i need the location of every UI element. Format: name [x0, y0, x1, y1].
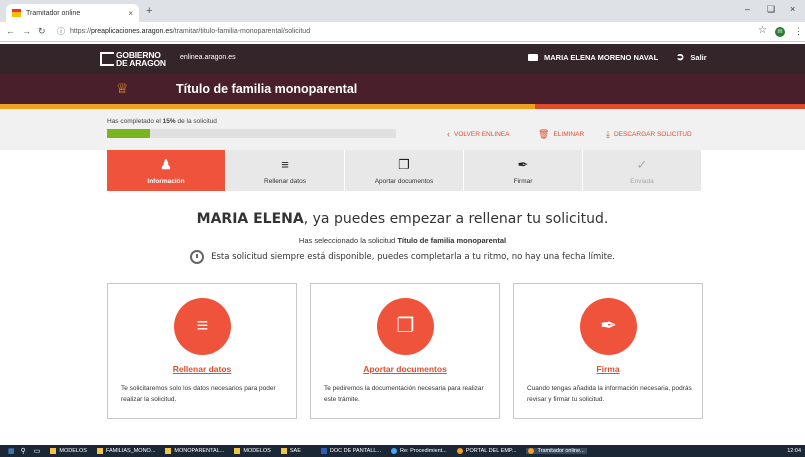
taskbar-item[interactable]: FAMILIAS_MONO...	[96, 448, 155, 454]
family-icon: ♕	[116, 80, 129, 96]
maximize-icon[interactable]: ❑	[767, 4, 775, 15]
bookmark-star-icon[interactable]: ☆	[758, 25, 767, 36]
folder-icon	[50, 448, 57, 454]
tab-informacion[interactable]: ♟ Información	[107, 150, 226, 191]
documents-icon: ❐	[398, 156, 410, 172]
clock-icon	[190, 250, 205, 264]
page-title: Título de familia monoparental	[176, 82, 358, 96]
browser-menu-icon[interactable]: ⋮	[794, 26, 803, 37]
greeting-heading: MARIA ELENA, ya puedes empezar a rellena…	[196, 211, 609, 227]
card-description: Te pediremos la documentación necesaria …	[324, 385, 484, 403]
card-firma[interactable]: ✒ Firma Cuando tengas añadida la informa…	[513, 283, 703, 419]
taskbar-item[interactable]: Re: Procedimient...	[391, 448, 447, 454]
browser-tab-bar: Tramitador online × + – ❑ ×	[0, 0, 805, 22]
download-icon: ⤓	[606, 129, 610, 139]
availability-note: Esta solicitud siempre está disponible, …	[0, 250, 805, 264]
minimize-icon[interactable]: –	[745, 4, 750, 14]
taskbar-item[interactable]: MODELOS	[234, 448, 271, 454]
menu-icon: ≡	[281, 156, 289, 172]
folder-icon	[96, 448, 103, 454]
menu-icon[interactable]: ≡	[174, 298, 231, 355]
download-button[interactable]: ⤓ DESCARGAR SOLICITUD	[606, 129, 692, 140]
taskbar-item[interactable]: MONOPARENTAL...	[165, 448, 224, 454]
card-title[interactable]: Firma	[514, 364, 702, 374]
user-name: MARIA ELENA MORENO NAVAL	[544, 53, 659, 62]
tab-firmar[interactable]: ✒ Firmar	[464, 150, 583, 191]
check-icon: ✓	[636, 156, 648, 172]
task-view-icon[interactable]: ▭	[34, 447, 41, 455]
back-to-enlinea-link[interactable]: ‹ VOLVER ENLINEA	[447, 129, 510, 139]
info-icon[interactable]: ⓘ	[57, 26, 65, 37]
taskbar-item[interactable]: PORTAL DEL EMP...	[456, 448, 516, 454]
delete-button[interactable]: 🗑 ELIMINAR	[538, 129, 584, 140]
tab-aportar-documentos[interactable]: ❐ Aportar documentos	[345, 150, 464, 191]
reload-icon[interactable]: ↻	[38, 26, 46, 37]
person-icon: ♟	[160, 156, 172, 172]
taskbar-item[interactable]: SAE	[280, 448, 301, 454]
option-cards: ≡ Rellenar datos Te solicitaremos solo l…	[107, 283, 703, 419]
address-bar: ← → ↻ ⓘ https://preaplicaciones.aragon.e…	[0, 22, 805, 42]
taskbar-clock[interactable]: 12:04	[787, 448, 801, 454]
taskbar-item[interactable]: DOC DE PANTALL...	[320, 448, 381, 454]
chrome-icon	[528, 448, 535, 454]
url-field[interactable]: https://preaplicaciones.aragon.es/tramit…	[70, 25, 310, 38]
chevron-left-icon: ‹	[447, 129, 450, 139]
favicon-icon	[12, 9, 21, 17]
card-rellenar-datos[interactable]: ≡ Rellenar datos Te solicitaremos solo l…	[107, 283, 297, 419]
progress-text: Has completado el 15% de la solicitud	[107, 118, 217, 125]
progress-section: Has completado el 15% de la solicitud ‹ …	[0, 109, 805, 150]
profile-avatar[interactable]: m	[775, 27, 785, 37]
card-aportar-documentos[interactable]: ❐ Aportar documentos Te pediremos la doc…	[310, 283, 500, 419]
folder-icon	[234, 448, 241, 454]
taskbar-item[interactable]: MODELOS	[50, 448, 87, 454]
tab-title: Tramitador online	[26, 9, 81, 17]
tab-rellenar-datos[interactable]: ≡ Rellenar datos	[226, 150, 345, 191]
new-tab-button[interactable]: +	[146, 5, 152, 17]
forward-arrow-icon[interactable]: →	[22, 26, 31, 36]
tab-close-icon[interactable]: ×	[128, 9, 133, 18]
logout-button[interactable]: ➲ Salir	[676, 52, 707, 63]
documents-icon[interactable]: ❐	[377, 298, 434, 355]
steps-nav: ♟ Información ≡ Rellenar datos ❐ Aportar…	[107, 150, 702, 191]
progress-bar	[107, 129, 396, 138]
folder-icon	[280, 448, 287, 454]
enlinea-link[interactable]: enlinea.aragon.es	[180, 54, 236, 61]
close-window-icon[interactable]: ×	[790, 4, 795, 14]
pen-icon[interactable]: ✒	[580, 298, 637, 355]
progress-fill	[107, 129, 151, 138]
mail-icon	[391, 448, 398, 454]
pen-icon: ✒	[517, 156, 529, 172]
os-taskbar: ▦ ⚲ ▭ MODELOS FAMILIAS_MONO... MONOPAREN…	[0, 445, 805, 457]
card-title[interactable]: Rellenar datos	[108, 364, 296, 374]
chrome-icon	[456, 448, 463, 454]
logout-icon: ➲	[676, 52, 685, 63]
user-menu[interactable]: MARIA ELENA MORENO NAVAL	[528, 53, 658, 62]
browser-tab[interactable]: Tramitador online ×	[6, 4, 139, 22]
taskbar-item[interactable]: Tramitador online...	[526, 448, 587, 454]
gobierno-aragon-logo-icon	[100, 52, 114, 66]
logout-label: Salir	[690, 53, 707, 62]
selected-request-text: Has seleccionado la solicitud Título de …	[298, 236, 507, 245]
tab-enviada: ✓ Enviada	[583, 150, 702, 191]
gobierno-aragon-logo[interactable]: GOBIERNO DE ARAGON	[116, 51, 166, 68]
windows-start-icon[interactable]: ▦	[8, 447, 15, 455]
back-arrow-icon[interactable]: ←	[6, 26, 15, 36]
word-icon	[320, 448, 327, 454]
card-description: Te solicitaremos solo los datos necesari…	[121, 385, 276, 403]
site-header: GOBIERNO DE ARAGON enlinea.aragon.es MAR…	[0, 44, 805, 74]
title-band: ♕ Título de familia monoparental	[0, 74, 805, 104]
folder-icon	[165, 448, 172, 454]
card-description: Cuando tengas añadida la información nec…	[527, 385, 692, 403]
trash-icon: 🗑	[538, 129, 550, 139]
search-icon[interactable]: ⚲	[21, 447, 26, 455]
folder-icon	[528, 54, 538, 61]
card-title[interactable]: Aportar documentos	[311, 364, 499, 374]
